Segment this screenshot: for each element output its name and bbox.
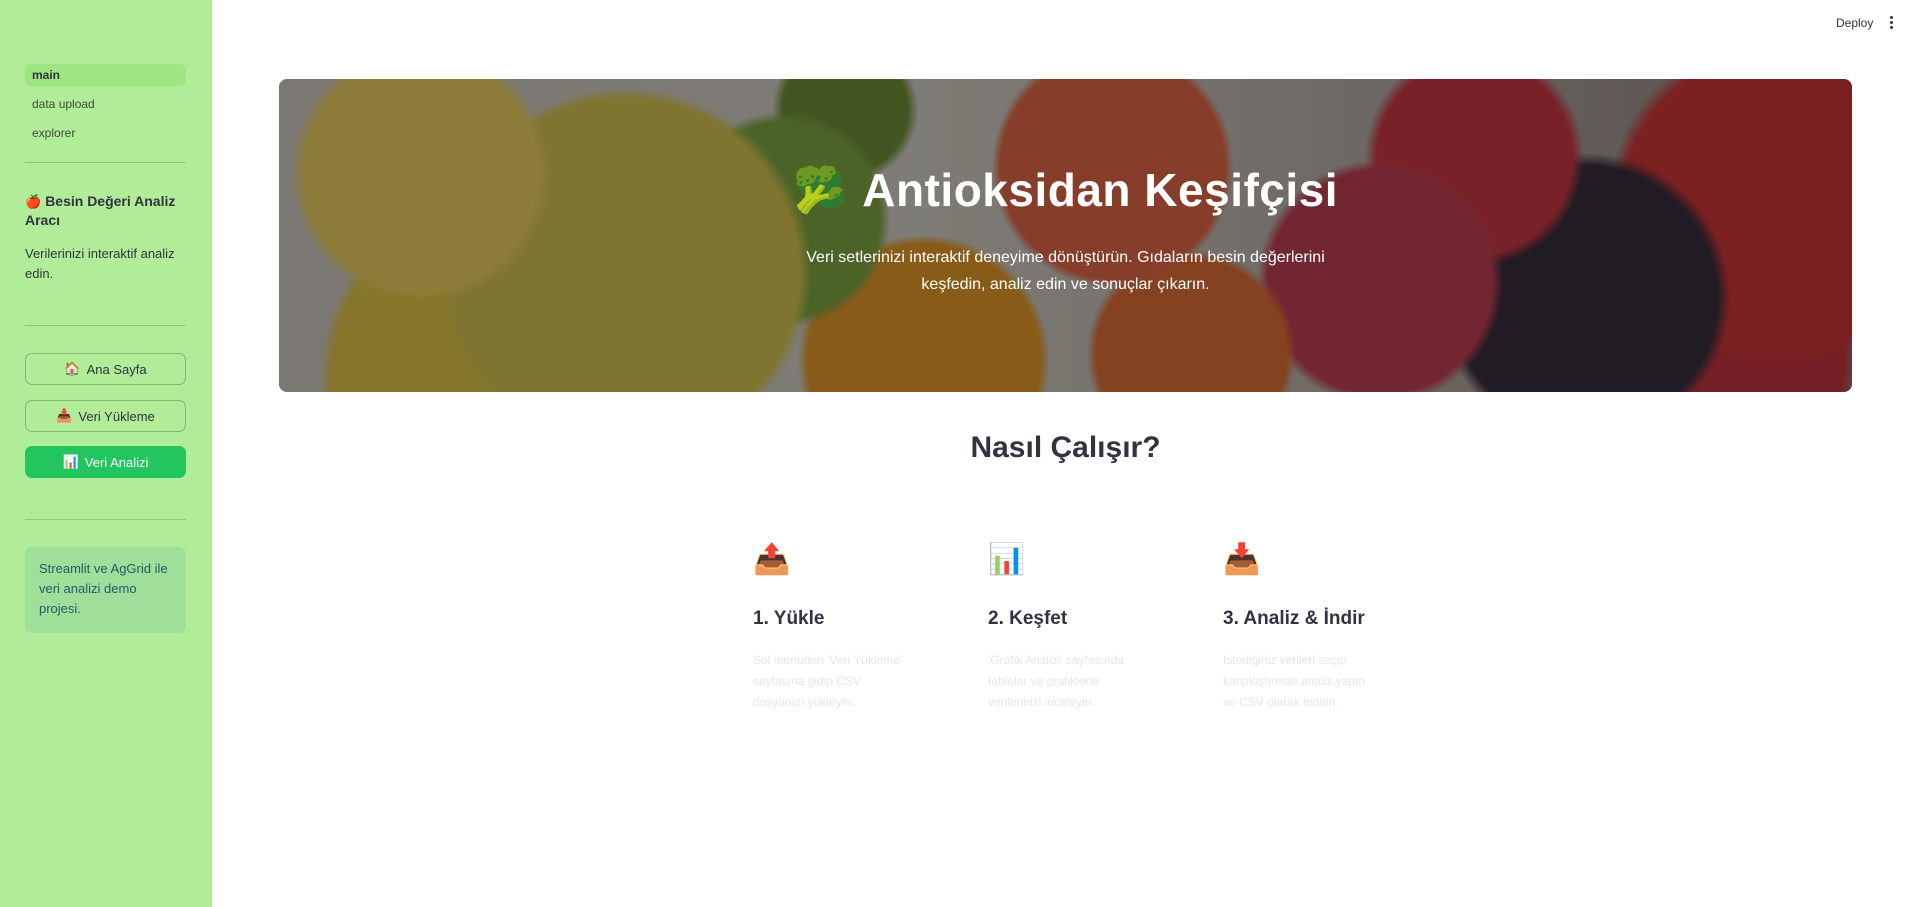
data-analysis-button[interactable]: 📊 Veri Analizi: [25, 446, 186, 478]
data-analysis-button-label: Veri Analizi: [84, 454, 149, 470]
sidebar-divider: [25, 519, 186, 520]
nav-item-main[interactable]: main: [25, 64, 186, 86]
sidebar-nav: main data upload explorer: [25, 64, 186, 151]
hero-subtitle: Veri setlerinizi interaktif deneyime dön…: [806, 249, 1325, 293]
sidebar: main data upload explorer 🍎 Besin Değeri …: [0, 0, 212, 907]
step-title: 2. Keşfet: [988, 608, 1068, 629]
data-upload-button-label: Veri Yükleme: [78, 408, 155, 424]
bar-chart-icon: 📊: [62, 454, 79, 469]
home-button[interactable]: 🏠 Ana Sayfa: [25, 353, 186, 385]
data-upload-button[interactable]: 📥 Veri Yükleme: [25, 400, 186, 432]
nav-item-explorer[interactable]: explorer: [25, 122, 186, 144]
hero-title: 🥦 Antioksidan Keşifçisi: [279, 163, 1852, 217]
step-card: 📥 3. Analiz & İndir İstediğiniz verileri…: [1223, 540, 1383, 713]
deploy-button[interactable]: Deploy: [1836, 16, 1873, 30]
hero-overlay: [279, 79, 1852, 392]
how-it-works-title: Nasıl Çalışır?: [970, 431, 1161, 464]
tool-title-text: Besin Değeri Analiz Aracı: [25, 193, 176, 228]
sidebar-divider: [25, 325, 186, 326]
info-box: Streamlit ve AgGrid ile veri analizi dem…: [25, 547, 186, 633]
tool-subtitle: Verilerinizi interaktif analiz edin.: [25, 246, 175, 281]
step-card: 📊 2. Keşfet 'Grafik Analizi' sayfasında …: [988, 540, 1148, 713]
sidebar-divider: [25, 162, 186, 163]
broccoli-icon: 🥦: [792, 166, 849, 215]
step-description: 'Grafik Analizi' sayfasında tablolar ve …: [988, 653, 1124, 709]
bar-chart-icon: 📊: [988, 543, 1026, 576]
hero-title-text: Antioksidan Keşifçisi: [862, 164, 1339, 216]
home-button-label: Ana Sayfa: [86, 361, 147, 377]
hero-banner: 🥦 Antioksidan Keşifçisi Veri setlerinizi…: [279, 79, 1852, 392]
step-title: 3. Analiz & İndir: [1223, 608, 1365, 629]
kebab-menu-icon[interactable]: [1888, 16, 1894, 30]
inbox-tray-icon: 📥: [1223, 543, 1261, 576]
inbox-tray-icon: 📥: [56, 408, 73, 423]
apple-icon: 🍎: [25, 194, 42, 209]
home-icon: 🏠: [64, 361, 81, 376]
tool-title: 🍎 Besin Değeri Analiz Aracı: [25, 192, 185, 229]
nav-item-data-upload[interactable]: data upload: [25, 93, 186, 115]
step-title: 1. Yükle: [753, 608, 825, 629]
outbox-tray-icon: 📤: [753, 543, 791, 576]
step-description: Sol menüden 'Veri Yükleme' sayfasına gid…: [753, 653, 903, 709]
step-description: İstediğiniz verileri seçip karşılaştırma…: [1223, 653, 1366, 709]
step-card: 📤 1. Yükle Sol menüden 'Veri Yükleme' sa…: [753, 540, 913, 713]
